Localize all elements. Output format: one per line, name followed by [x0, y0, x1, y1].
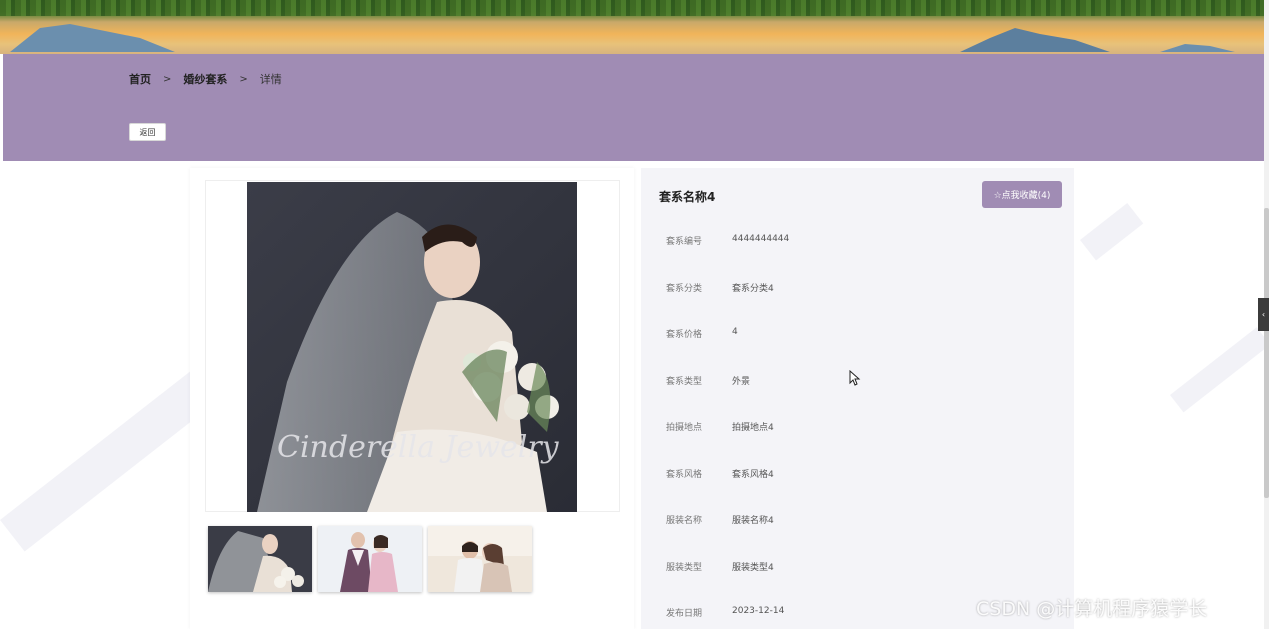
- field-value: 外景: [732, 376, 751, 387]
- main-image-caption: Cinderella Jewelry: [277, 430, 560, 465]
- thumbnail-2[interactable]: [318, 526, 422, 592]
- field-shoot-location: 拍摄地点 拍摄地点4: [641, 420, 1074, 467]
- field-value: 套系风格4: [732, 469, 774, 480]
- field-value: 服装名称4: [732, 516, 774, 526]
- breadcrumb-separator: >: [163, 73, 172, 85]
- field-package-code: 套系编号 4444444444: [641, 234, 1074, 281]
- field-package-price: 套系价格 4: [641, 327, 1074, 374]
- field-package-style: 套系风格 套系风格4: [641, 467, 1074, 514]
- top-banner: [0, 0, 1269, 54]
- back-button[interactable]: 返回: [129, 123, 166, 141]
- field-label: 发布日期: [666, 609, 703, 619]
- decorative-stripe: [1170, 327, 1269, 413]
- main-image[interactable]: Cinderella Jewelry: [247, 182, 577, 512]
- field-label: 套系价格: [666, 330, 703, 340]
- breadcrumb-category[interactable]: 婚纱套系: [183, 71, 227, 87]
- field-label: 服装类型: [666, 562, 703, 573]
- watermark: CSDN @计算机程序猿学长: [976, 598, 1208, 620]
- image-gallery: Cinderella Jewelry: [190, 168, 634, 629]
- field-label: 套系风格: [666, 469, 703, 480]
- page-header: 首页 > 婚纱套系 > 详情 返回: [3, 54, 1264, 161]
- field-package-category: 套系分类 套系分类4: [641, 281, 1074, 328]
- main-image-frame: Cinderella Jewelry: [205, 180, 620, 512]
- breadcrumb-home[interactable]: 首页: [129, 71, 151, 87]
- field-value: 拍摄地点4: [732, 423, 774, 433]
- package-title: 套系名称4: [659, 190, 716, 204]
- detail-panel: 套系名称4 ☆点我收藏(4) 套系编号 4444444444 套系分类 套系分类…: [641, 168, 1074, 629]
- side-collapse-tab[interactable]: ‹: [1258, 298, 1269, 331]
- banner-mountains: [10, 24, 1235, 52]
- mouse-cursor-icon: [849, 370, 861, 386]
- scrollbar-thumb[interactable]: [1264, 208, 1269, 498]
- field-value: 套系分类4: [732, 283, 774, 294]
- decorative-stripe: [1080, 203, 1144, 261]
- field-label: 服装名称: [666, 516, 703, 526]
- field-value: 服装类型4: [732, 562, 774, 573]
- breadcrumb-current: 详情: [259, 73, 282, 86]
- field-costume-name: 服装名称 服装名称4: [641, 513, 1074, 560]
- breadcrumb-separator: >: [239, 73, 248, 85]
- detail-fields: 套系编号 4444444444 套系分类 套系分类4 套系价格 4 套系类型 外…: [641, 234, 1074, 629]
- field-label: 套系分类: [666, 283, 703, 294]
- field-label: 套系编号: [666, 237, 703, 247]
- field-value: 4: [732, 327, 738, 337]
- field-value: 2023-12-14: [732, 606, 785, 616]
- thumbnail-3[interactable]: [428, 526, 532, 592]
- field-label: 拍摄地点: [666, 423, 703, 433]
- thumbnail-1[interactable]: [208, 526, 312, 592]
- breadcrumb: 首页 > 婚纱套系 > 详情: [129, 71, 282, 87]
- favorite-button[interactable]: ☆点我收藏(4): [982, 181, 1062, 208]
- thumbnail-strip: [208, 526, 532, 592]
- field-label: 套系类型: [666, 376, 703, 387]
- field-value: 4444444444: [732, 234, 790, 244]
